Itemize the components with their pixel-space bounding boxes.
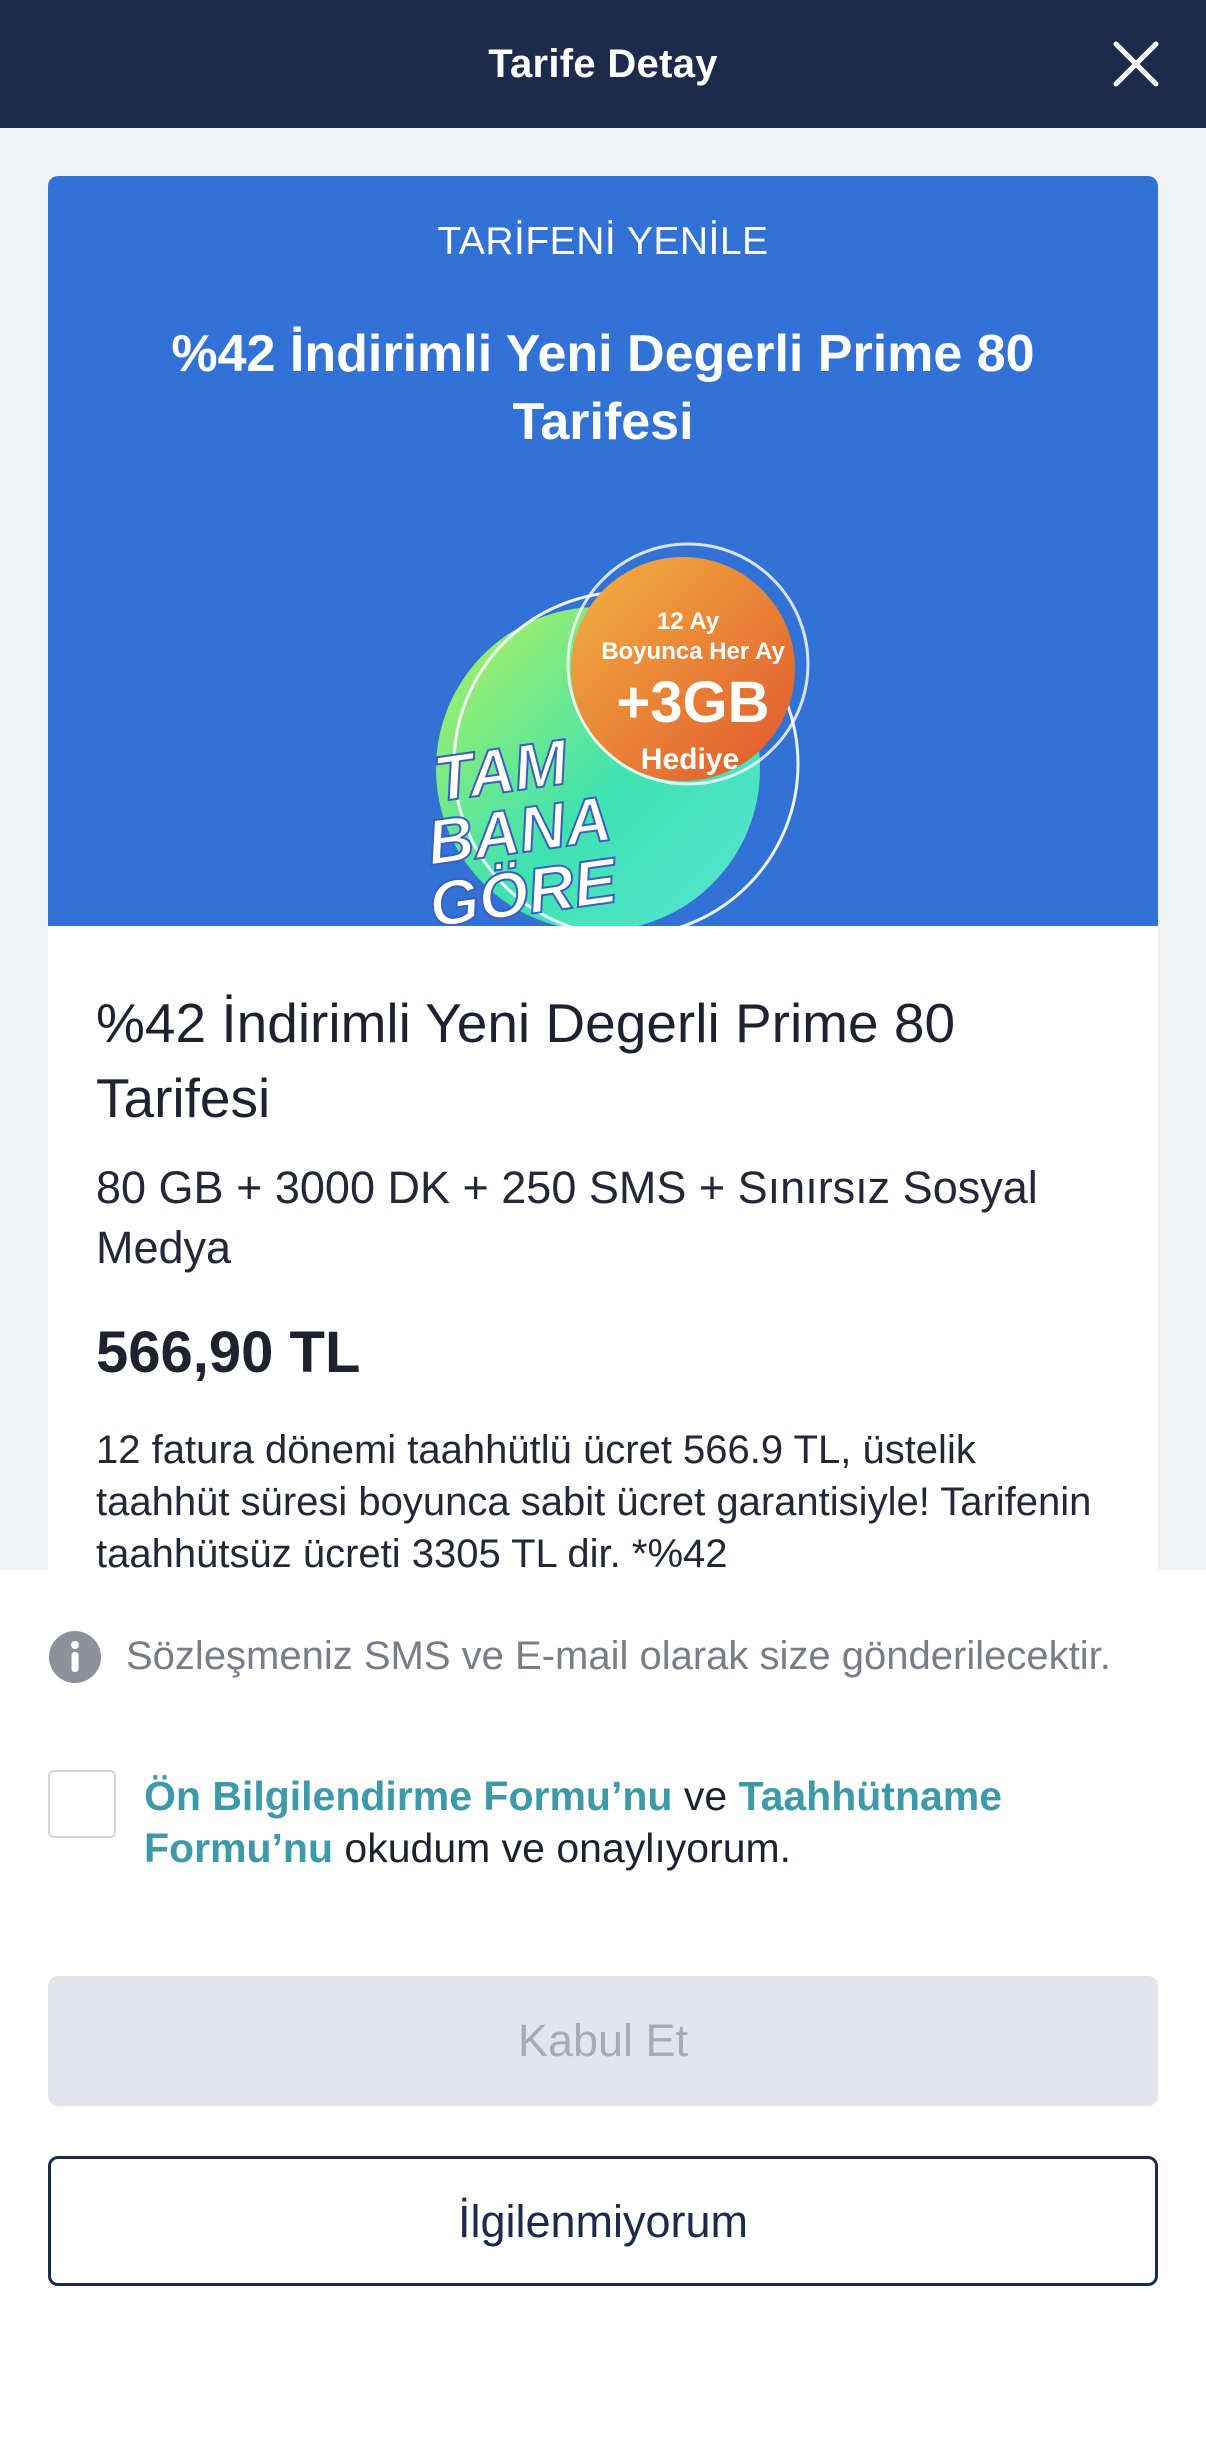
close-button[interactable]	[1096, 24, 1176, 104]
promo-line-1: 12 Ay	[657, 608, 720, 635]
plan-price: 566,90 TL	[96, 1320, 361, 1385]
plan-name: %42 İndirimli Yeni Degerli Prime 80 Tari…	[96, 992, 956, 1129]
tariff-details: %42 İndirimli Yeni Degerli Prime 80 Tari…	[96, 986, 1116, 1576]
promo-line-3: +3GB	[616, 670, 769, 735]
tariff-detail-screen: Tarife Detay TARİFENİ YENİLE %42 İndirim…	[0, 0, 1206, 2449]
plan-features: 80 GB + 3000 DK + 250 SMS + Sınırsız Sos…	[96, 1162, 1038, 1273]
banner-kicker: TARİFENİ YENİLE	[437, 220, 769, 263]
banner-title: %42 İndirimli Yeni Degerli Prime 80 Tari…	[171, 325, 1035, 451]
info-text: Sözleşmeniz SMS ve E-mail olarak size gö…	[126, 1634, 1111, 1678]
consent-suffix: okudum ve onaylıyorum.	[333, 1825, 792, 1871]
top-bar: Tarife Detay	[0, 0, 1206, 128]
consent-text: Ön Bilgilendirme Formu’nu ve Taahhütname…	[144, 1770, 1144, 1874]
info-icon	[49, 1631, 101, 1683]
accept-button[interactable]: Kabul Et	[48, 1976, 1158, 2106]
pre-info-form-link[interactable]: Ön Bilgilendirme Formu’nu	[144, 1773, 672, 1819]
decline-button[interactable]: İlgilenmiyorum	[48, 2156, 1158, 2286]
bottom-sheet: Sözleşmeniz SMS ve E-mail olarak size gö…	[0, 1570, 1206, 2449]
plan-description-text: 12 fatura dönemi taahhütlü ücret 566.9 T…	[96, 1428, 976, 1524]
tariff-card: TARİFENİ YENİLE %42 İndirimli Yeni Deger…	[48, 176, 1158, 1576]
plan-description: 12 fatura dönemi taahhütlü ücret 566.9 T…	[96, 1424, 1116, 1576]
close-icon	[1113, 41, 1159, 87]
page-title: Tarife Detay	[488, 42, 718, 86]
consent-connector: ve	[672, 1773, 739, 1819]
promo-badge-image: 12 Ay Boyunca Her Ay +3GB Hediye TAM BAN…	[421, 542, 810, 926]
promo-line-4: Hediye	[641, 743, 739, 776]
promo-line-2: Boyunca Her Ay	[601, 638, 785, 665]
tariff-banner: TARİFENİ YENİLE %42 İndirimli Yeni Deger…	[48, 176, 1158, 926]
consent-checkbox[interactable]	[48, 1770, 116, 1838]
